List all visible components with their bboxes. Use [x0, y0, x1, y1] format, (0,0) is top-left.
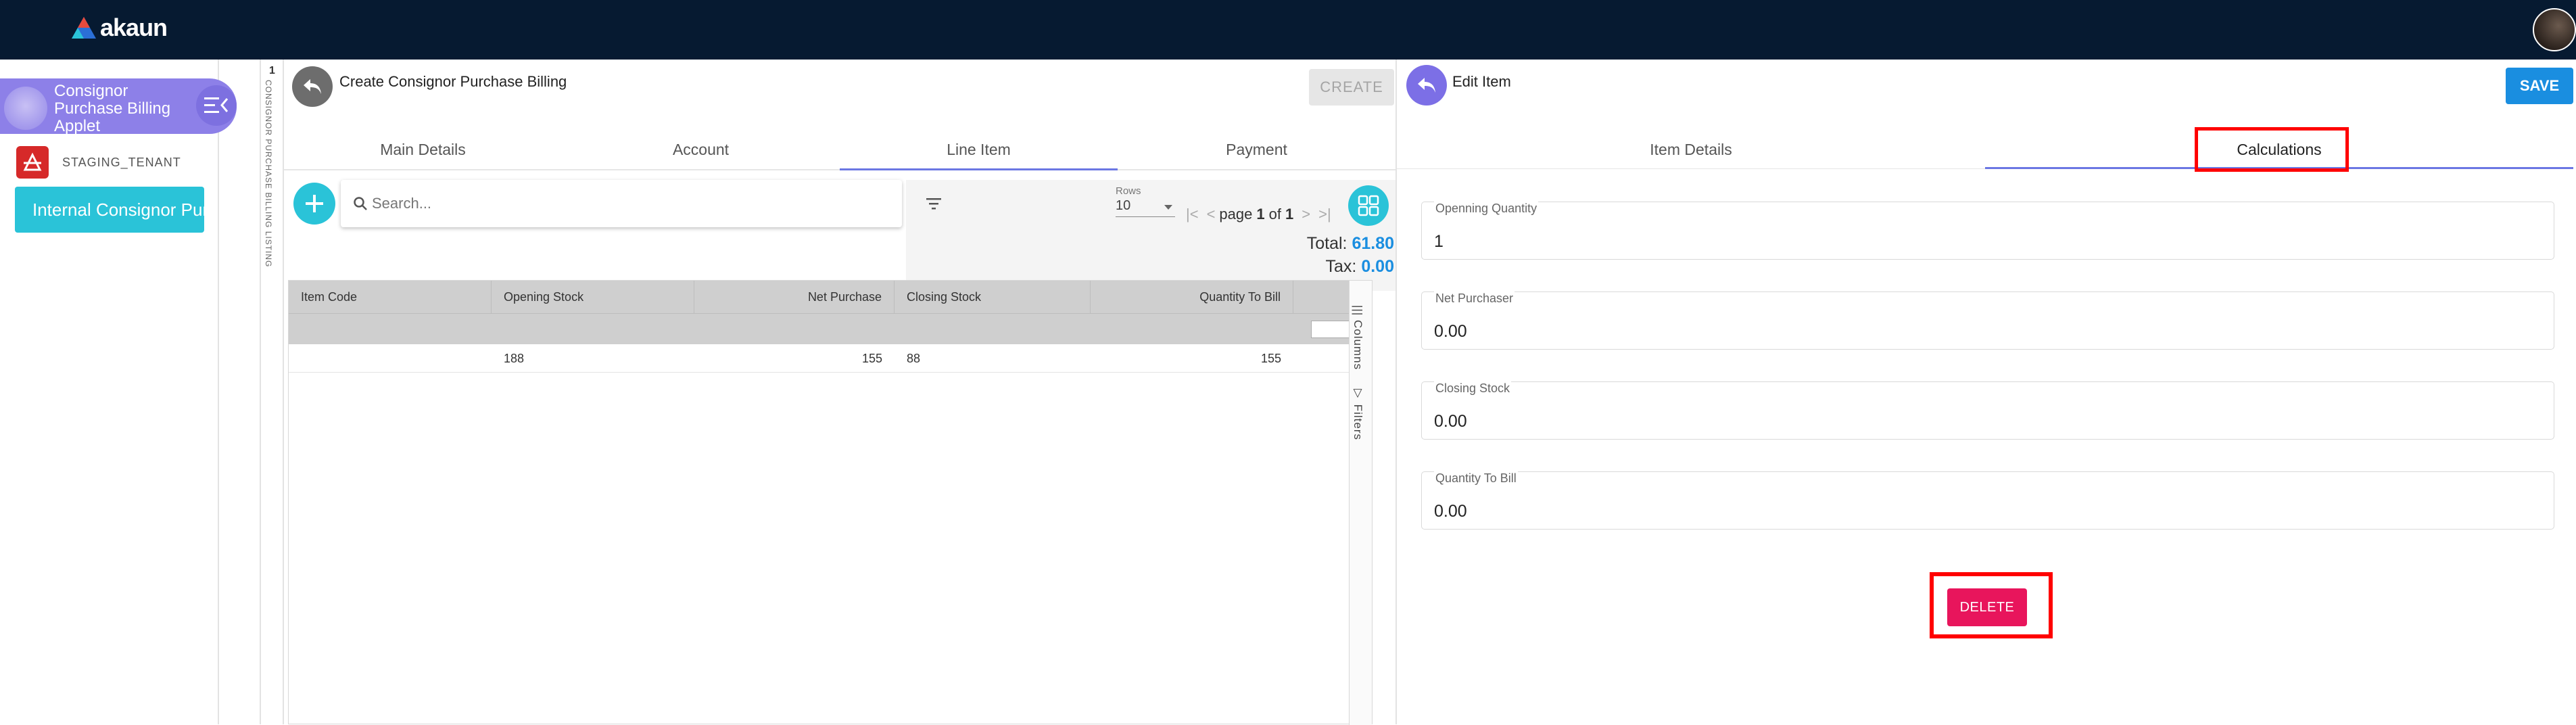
menu-collapse-icon: [204, 97, 229, 113]
create-button[interactable]: CREATE: [1309, 69, 1394, 106]
tax-value: 0.00: [1361, 257, 1394, 276]
tenant-label: STAGING_TENANT: [62, 155, 181, 169]
tab-payment[interactable]: Payment: [1118, 134, 1396, 169]
tenant-icon: [16, 146, 49, 179]
search-input[interactable]: [372, 192, 845, 215]
avatar[interactable]: [2533, 8, 2576, 51]
columns-label: Columns: [1352, 319, 1364, 371]
page-title: Create Consignor Purchase Billing: [339, 73, 567, 90]
delete-button[interactable]: DELETE: [1947, 588, 2027, 626]
total-value: 61.80: [1352, 234, 1394, 253]
edit-panel-title: Edit Item: [1452, 73, 1511, 90]
previous-page-icon[interactable]: <: [1207, 206, 1216, 223]
opening-quantity-field[interactable]: Openning Quantity 1: [1421, 202, 2554, 260]
sidebar-item-internal-consignor-purchase-billing[interactable]: Internal Consignor Purchase Billing: [15, 187, 204, 233]
plus-icon: [306, 195, 323, 212]
edit-tabs: Item Details Calculations: [1397, 134, 2573, 169]
back-button[interactable]: [292, 66, 333, 107]
filter-funnel-icon: ▽: [1352, 386, 1364, 400]
menu-collapse-button[interactable]: [196, 85, 237, 126]
grid-view-button[interactable]: [1348, 185, 1389, 226]
rows-select[interactable]: 10: [1116, 198, 1175, 217]
last-page-icon[interactable]: >|: [1318, 206, 1331, 223]
grid-view-icon: [1358, 195, 1379, 216]
page-current: 1: [1256, 206, 1265, 223]
net-purchaser-field[interactable]: Net Purchaser 0.00: [1421, 291, 2554, 350]
page-word: page: [1219, 206, 1253, 223]
filters-label: Filters: [1352, 404, 1364, 441]
applet-title: Consignor Purchase Billing Applet: [54, 82, 171, 135]
field-label: Quantity To Bill: [1434, 471, 1518, 486]
left-sidebar: Consignor Purchase Billing Applet STAGIN…: [0, 60, 237, 724]
tab-line-item[interactable]: Line Item: [840, 134, 1118, 170]
field-value[interactable]: 0.00: [1434, 322, 1467, 342]
next-page-icon[interactable]: >: [1302, 206, 1310, 223]
field-label: Closing Stock: [1434, 381, 1512, 396]
back-arrow-icon: [1418, 78, 1435, 93]
tab-item-details[interactable]: Item Details: [1397, 134, 1985, 168]
field-label: Openning Quantity: [1434, 202, 1539, 216]
cell-closing-stock: 88: [907, 352, 921, 365]
top-bar: akaun: [0, 0, 2576, 60]
edit-item-panel: Edit Item SAVE Item Details Calculations…: [1396, 60, 2576, 724]
closing-stock-field[interactable]: Closing Stock 0.00: [1421, 381, 2554, 440]
field-value[interactable]: 1: [1434, 232, 1444, 252]
cell-opening-stock: 188: [504, 352, 525, 365]
applet-header: Consignor Purchase Billing Applet: [0, 78, 237, 135]
search-icon: [354, 197, 367, 210]
save-button[interactable]: SAVE: [2506, 68, 2573, 104]
floating-filter-row: [289, 313, 1372, 344]
main-tabs: Main Details Account Line Item Payment: [284, 134, 1396, 170]
page-of: of: [1268, 206, 1281, 223]
tab-main-details[interactable]: Main Details: [284, 134, 562, 169]
applet-icon: [4, 87, 47, 130]
listing-strip[interactable]: 1 CONSIGNOR PURCHASE BILLING LISTING: [260, 60, 284, 724]
field-value[interactable]: 0.00: [1434, 502, 1467, 521]
field-value[interactable]: 0.00: [1434, 412, 1467, 431]
total-summary: Total: 61.80: [1307, 234, 1394, 254]
table-side-panel: ||| Columns ▽ Filters: [1349, 281, 1372, 725]
page-total: 1: [1285, 206, 1294, 223]
listing-number: 1: [269, 65, 275, 76]
column-header-net-purchase[interactable]: Net Purchase: [694, 281, 895, 313]
column-header-quantity-to-bill[interactable]: Quantity To Bill: [1091, 281, 1293, 313]
column-header-closing-stock[interactable]: Closing Stock: [895, 281, 1091, 313]
calculations-tab-highlight: [2195, 127, 2349, 172]
filters-side-tab[interactable]: ▽ Filters: [1351, 386, 1364, 440]
table-header: Item Code Opening Stock Net Purchase Clo…: [289, 281, 1372, 313]
columns-side-tab[interactable]: ||| Columns: [1351, 305, 1364, 370]
quantity-to-bill-field[interactable]: Quantity To Bill 0.00: [1421, 471, 2554, 530]
add-line-item-button[interactable]: [293, 183, 335, 225]
cell-item-code: [289, 344, 492, 372]
search-bar: [341, 180, 941, 227]
total-label: Total:: [1306, 234, 1347, 253]
field-label: Net Purchaser: [1434, 291, 1515, 306]
back-arrow-icon: [304, 79, 321, 94]
column-header-opening-stock[interactable]: Opening Stock: [492, 281, 694, 313]
rows-label: Rows: [1116, 185, 1141, 197]
cell-net-purchase: 155: [861, 352, 882, 365]
listing-label: CONSIGNOR PURCHASE BILLING LISTING: [264, 80, 273, 268]
akaun-logo-icon: [72, 17, 96, 39]
main-panel: Create Consignor Purchase Billing CREATE…: [284, 60, 1396, 725]
app-logo[interactable]: akaun: [70, 14, 168, 42]
columns-icon: |||: [1352, 305, 1364, 317]
table-row[interactable]: 188 155 88 155: [289, 344, 1372, 373]
pagination: |< < page 1 of 1 > >|: [1182, 206, 1335, 223]
tax-summary: Tax: 0.00: [1326, 257, 1394, 277]
first-page-icon[interactable]: |<: [1186, 206, 1199, 223]
delete-button-highlight: DELETE: [1930, 572, 2053, 638]
rows-per-page[interactable]: Rows 10: [1116, 185, 1175, 217]
tenant-row[interactable]: STAGING_TENANT: [16, 146, 181, 179]
line-item-table: Item Code Opening Stock Net Purchase Clo…: [288, 280, 1373, 725]
filter-icon[interactable]: [925, 196, 943, 211]
brand-name: akaun: [100, 14, 168, 41]
column-header-item-code[interactable]: Item Code: [289, 281, 492, 313]
tab-account[interactable]: Account: [562, 134, 840, 169]
tax-label: Tax:: [1325, 257, 1357, 276]
cell-quantity-to-bill: 155: [1260, 352, 1281, 365]
edit-back-button[interactable]: [1406, 65, 1447, 106]
